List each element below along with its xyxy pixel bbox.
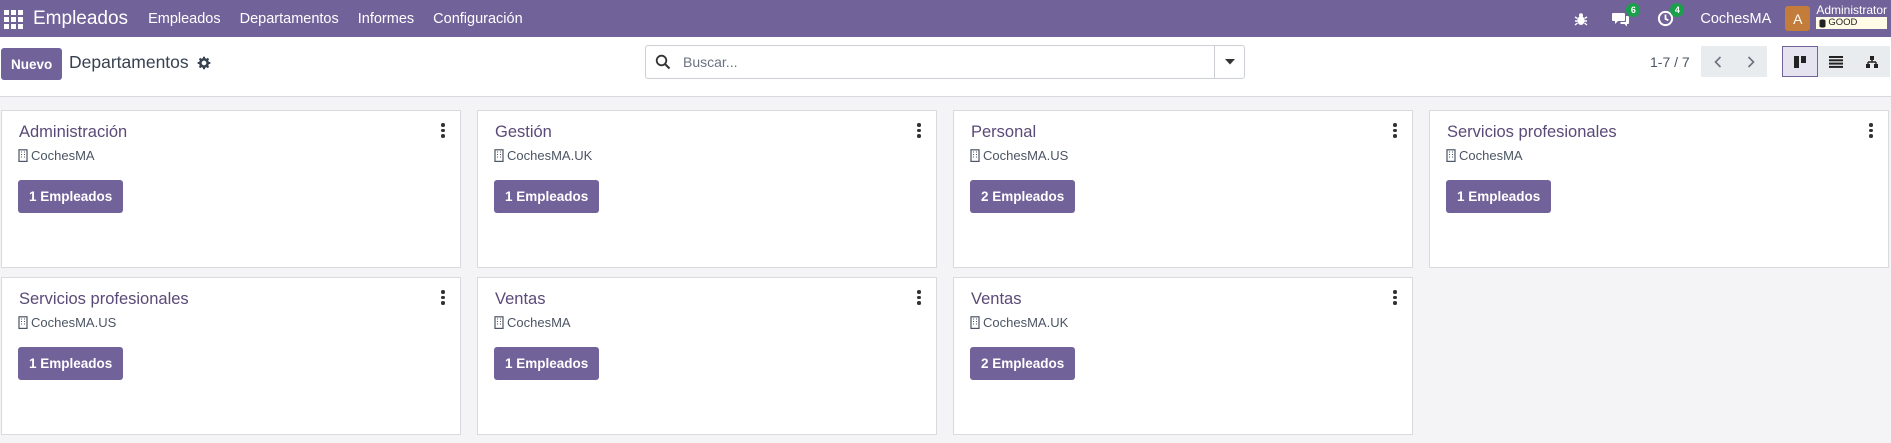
employees-button[interactable]: 1 Empleados [494, 180, 600, 213]
gear-icon[interactable] [197, 56, 211, 70]
menu-item-departamentos[interactable]: Departamentos [240, 11, 339, 27]
employees-button[interactable]: 1 Empleados [1446, 180, 1552, 213]
kebab-menu-icon[interactable] [440, 123, 446, 139]
department-card[interactable]: Administración CochesMA 1 Empleados [1, 110, 461, 268]
search-input[interactable] [683, 54, 1203, 70]
company-label: CochesMA.UK [507, 148, 593, 163]
department-company: CochesMA.UK [494, 148, 592, 163]
database-badge: GOOD [1816, 17, 1887, 29]
department-company: CochesMA.US [970, 148, 1068, 163]
activities-badge: 4 [1670, 2, 1685, 17]
building-icon [1446, 149, 1456, 162]
company-label: CochesMA [507, 315, 571, 330]
building-icon [18, 316, 28, 329]
page-title: Departamentos [69, 52, 189, 72]
department-company: CochesMA [494, 315, 571, 330]
hierarchy-icon [1866, 55, 1878, 68]
debug-bug-icon[interactable] [1570, 8, 1592, 30]
employees-button[interactable]: 1 Empleados [18, 180, 124, 213]
kebab-menu-icon[interactable] [916, 290, 922, 306]
department-company: CochesMA.UK [970, 315, 1068, 330]
building-icon [970, 149, 980, 162]
kebab-menu-icon[interactable] [1392, 290, 1398, 306]
company-label: CochesMA.US [31, 315, 117, 330]
kanban-icon [1794, 55, 1806, 68]
department-name[interactable]: Gestión [495, 123, 552, 142]
control-panel: Nuevo Departamentos 1-7 / 7 [0, 37, 1891, 97]
company-label: CochesMA [31, 148, 95, 163]
database-label: GOOD [1828, 17, 1858, 29]
search-icon [655, 54, 671, 70]
menu-item-informes[interactable]: Informes [358, 11, 414, 27]
hierarchy-view-button[interactable] [1854, 46, 1890, 77]
navbar-right: 6 4 CochesMA A Administrator GOOD [1570, 0, 1891, 37]
app-grid-icon[interactable] [3, 9, 23, 29]
department-name[interactable]: Administración [19, 123, 127, 142]
user-name: Administrator [1816, 3, 1887, 18]
kanban-view-button[interactable] [1782, 46, 1818, 77]
department-company: CochesMA.US [18, 315, 116, 330]
building-icon [494, 316, 504, 329]
company-label: CochesMA.UK [983, 315, 1069, 330]
department-card[interactable]: Servicios profesionales CochesMA 1 Emple… [1429, 110, 1889, 268]
chevron-left-icon [1713, 55, 1721, 68]
department-card[interactable]: Gestión CochesMA.UK 1 Empleados [477, 110, 937, 268]
database-icon [1819, 18, 1826, 28]
department-name[interactable]: Ventas [495, 290, 545, 309]
breadcrumb: Departamentos [69, 52, 211, 73]
kebab-menu-icon[interactable] [1868, 123, 1874, 139]
department-name[interactable]: Servicios profesionales [19, 290, 189, 309]
pager-previous-button[interactable] [1701, 46, 1734, 77]
chevron-right-icon [1747, 55, 1755, 68]
pager-value[interactable]: 1-7 / 7 [1650, 54, 1690, 70]
caret-down-icon [1224, 59, 1235, 65]
list-icon [1829, 55, 1843, 68]
avatar[interactable]: A [1785, 6, 1811, 31]
search-bar [645, 45, 1245, 79]
messages-badge: 6 [1626, 2, 1641, 17]
department-card[interactable]: Servicios profesionales CochesMA.US 1 Em… [1, 277, 461, 435]
search-options-toggle[interactable] [1214, 46, 1244, 78]
activity-clock-icon[interactable]: 4 [1654, 2, 1685, 30]
employees-button[interactable]: 2 Empleados [970, 347, 1076, 380]
department-name[interactable]: Personal [971, 123, 1036, 142]
new-button[interactable]: Nuevo [1, 48, 63, 80]
pager-next-button[interactable] [1734, 46, 1767, 77]
main-menu: Empleados Departamentos Informes Configu… [148, 11, 523, 27]
menu-item-configuracion[interactable]: Configuración [433, 11, 522, 27]
employees-button[interactable]: 1 Empleados [494, 347, 600, 380]
department-card[interactable]: Personal CochesMA.US 2 Empleados [953, 110, 1413, 268]
department-name[interactable]: Servicios profesionales [1447, 123, 1617, 142]
company-switcher[interactable]: CochesMA [1700, 11, 1771, 27]
kebab-menu-icon[interactable] [916, 123, 922, 139]
department-name[interactable]: Ventas [971, 290, 1021, 309]
building-icon [970, 316, 980, 329]
app-title[interactable]: Empleados [33, 8, 128, 30]
building-icon [494, 149, 504, 162]
kebab-menu-icon[interactable] [1392, 123, 1398, 139]
company-label: CochesMA [1459, 148, 1523, 163]
department-card[interactable]: Ventas CochesMA 1 Empleados [477, 277, 937, 435]
company-label: CochesMA.US [983, 148, 1069, 163]
department-company: CochesMA [18, 148, 95, 163]
department-company: CochesMA [1446, 148, 1523, 163]
building-icon [18, 149, 28, 162]
employees-button[interactable]: 2 Empleados [970, 180, 1076, 213]
top-navbar: Empleados Empleados Departamentos Inform… [0, 0, 1891, 37]
messages-icon[interactable]: 6 [1610, 2, 1641, 30]
list-view-button[interactable] [1818, 46, 1854, 77]
user-menu[interactable]: Administrator GOOD [1816, 4, 1887, 29]
kebab-menu-icon[interactable] [440, 290, 446, 306]
employees-button[interactable]: 1 Empleados [18, 347, 124, 380]
menu-item-empleados[interactable]: Empleados [148, 11, 221, 27]
department-card[interactable]: Ventas CochesMA.UK 2 Empleados [953, 277, 1413, 435]
